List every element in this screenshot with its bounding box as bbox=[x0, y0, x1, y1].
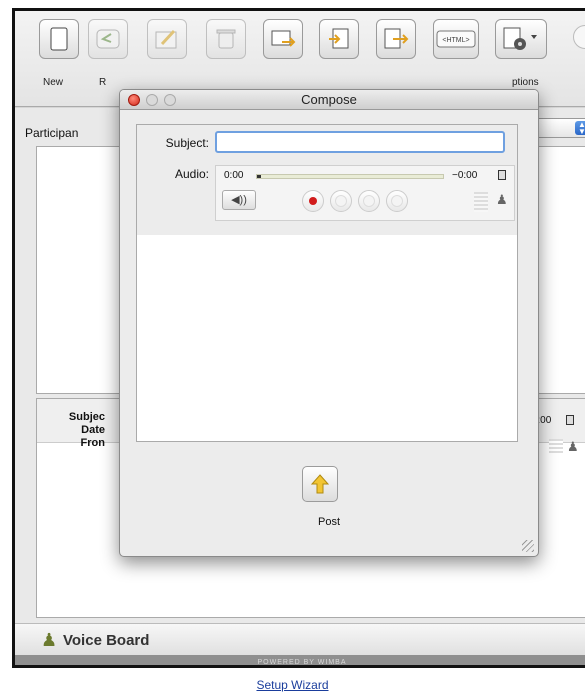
transcript-icon[interactable] bbox=[566, 415, 574, 425]
record-button[interactable] bbox=[302, 190, 324, 212]
options-button[interactable] bbox=[495, 19, 547, 59]
progress-slider[interactable] bbox=[256, 174, 444, 179]
html-button[interactable]: <HTML> bbox=[433, 19, 479, 59]
participants-label: Participan bbox=[25, 126, 79, 140]
new-button[interactable] bbox=[39, 19, 79, 59]
wimba-icon: ♟ bbox=[496, 192, 508, 207]
post-button[interactable] bbox=[302, 466, 338, 502]
time-remaining: −0:00 bbox=[452, 170, 478, 181]
reply-icon bbox=[96, 29, 120, 49]
edit-button[interactable] bbox=[147, 19, 187, 59]
volume-button[interactable]: ◀)) bbox=[222, 190, 256, 210]
message-subject-label: Subjec bbox=[68, 411, 105, 423]
edit-icon bbox=[155, 29, 177, 49]
options-button-label: ptions bbox=[512, 77, 539, 88]
compose-body[interactable]: Subject: Audio: 0:00 −0:00 ◀)) ♟ bbox=[136, 124, 518, 442]
html-icon-text: <HTML> bbox=[442, 37, 469, 44]
reply-button-label: R bbox=[99, 77, 107, 88]
forward-icon bbox=[271, 30, 296, 47]
export-button[interactable] bbox=[376, 19, 416, 59]
level-meter bbox=[474, 192, 488, 212]
html-icon: <HTML> bbox=[436, 30, 476, 48]
new-button-label: New bbox=[43, 77, 64, 88]
compose-titlebar[interactable]: Compose bbox=[120, 90, 538, 110]
trash-icon bbox=[216, 29, 236, 49]
powered-by-bar: POWERED BY WIMBA bbox=[15, 655, 585, 665]
forward-button[interactable] bbox=[263, 19, 303, 59]
audio-label: Audio: bbox=[174, 167, 209, 181]
compose-fields: Subject: Audio: 0:00 −0:00 ◀)) ♟ bbox=[137, 125, 517, 235]
message-from-label: Fron bbox=[80, 437, 105, 449]
import-icon bbox=[329, 28, 349, 49]
app-footer: ♟ Voice Board bbox=[15, 623, 585, 655]
select-stepper-icon: ▲▼ bbox=[575, 121, 585, 136]
voice-board-app: New R <HTML> ptions Participan Subjec Da… bbox=[12, 8, 585, 668]
transcript-icon[interactable] bbox=[498, 170, 506, 180]
subject-label: Subject: bbox=[165, 136, 209, 150]
play-button[interactable] bbox=[330, 190, 352, 212]
pause-button[interactable] bbox=[358, 190, 380, 212]
stop-icon bbox=[391, 195, 403, 207]
time-elapsed: 0:00 bbox=[224, 170, 244, 181]
refresh-circle-button[interactable] bbox=[573, 25, 585, 49]
app-name: Voice Board bbox=[63, 632, 150, 649]
pause-icon bbox=[363, 195, 375, 207]
up-arrow-icon bbox=[310, 474, 330, 494]
stop-button[interactable] bbox=[386, 190, 408, 212]
reply-button[interactable] bbox=[88, 19, 128, 59]
post-label: Post bbox=[317, 516, 340, 528]
progress-fill bbox=[257, 175, 261, 178]
import-button[interactable] bbox=[319, 19, 359, 59]
subject-input[interactable] bbox=[215, 131, 505, 153]
compose-dialog: Compose Subject: Audio: 0:00 −0:00 ◀)) ♟… bbox=[119, 89, 539, 557]
level-meter bbox=[549, 439, 563, 455]
voice-board-logo-icon: ♟ bbox=[41, 630, 58, 650]
options-gear-icon bbox=[503, 27, 537, 50]
play-icon bbox=[335, 195, 347, 207]
setup-wizard-link[interactable]: Setup Wizard bbox=[0, 678, 585, 692]
delete-button[interactable] bbox=[206, 19, 246, 59]
resize-grip[interactable] bbox=[522, 540, 534, 552]
audio-player: 0:00 −0:00 ◀)) ♟ bbox=[215, 165, 515, 221]
blank-page-icon bbox=[50, 27, 68, 51]
wimba-icon: ♟ bbox=[567, 439, 579, 454]
export-icon bbox=[384, 28, 409, 49]
record-icon bbox=[309, 197, 317, 205]
compose-title: Compose bbox=[301, 92, 357, 107]
message-date-label: Date bbox=[81, 424, 105, 436]
